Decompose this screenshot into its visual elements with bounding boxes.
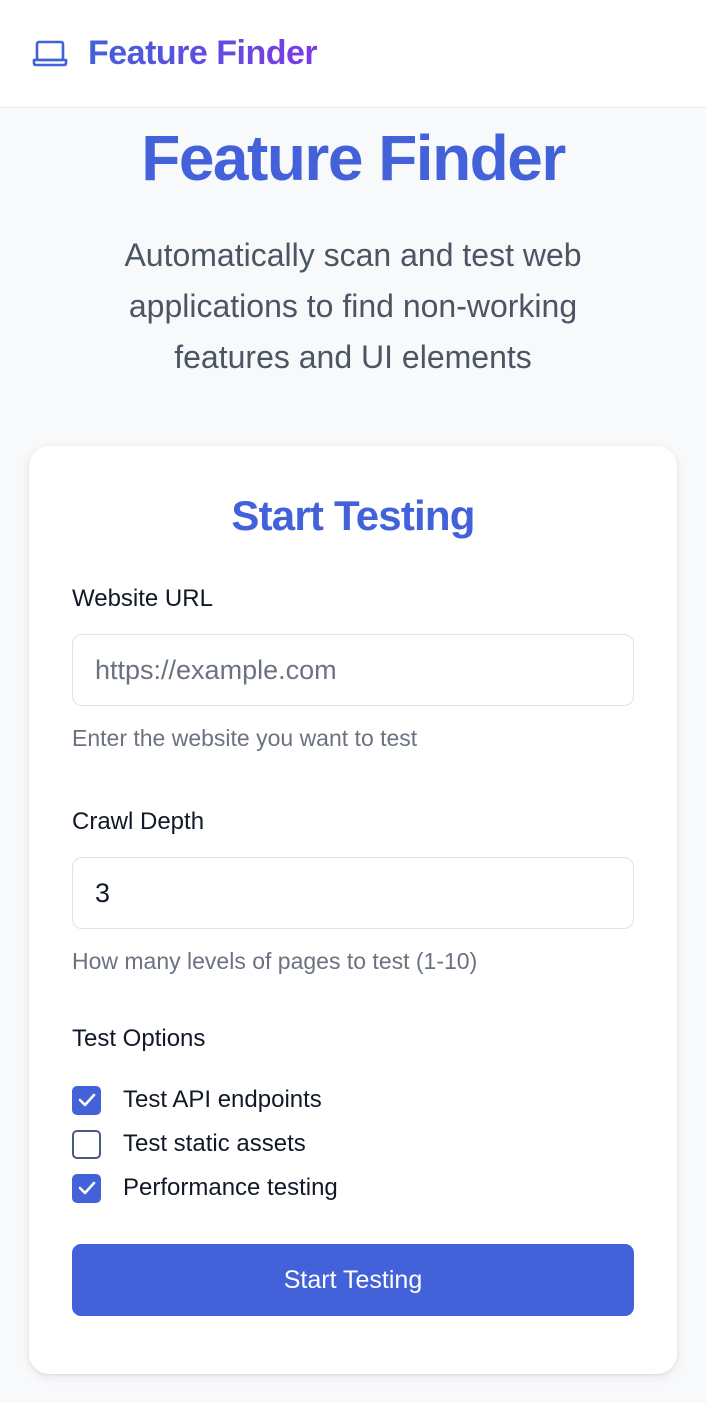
option-label: Test API endpoints	[123, 1086, 322, 1113]
options-list: Test API endpoints Test static assets Pe…	[72, 1078, 634, 1210]
option-test-api-endpoints[interactable]: Test API endpoints	[72, 1078, 634, 1122]
card-title: Start Testing	[231, 492, 475, 539]
option-performance-testing[interactable]: Performance testing	[72, 1166, 634, 1210]
navbar: Feature Finder	[0, 0, 706, 108]
start-testing-button[interactable]: Start Testing	[72, 1244, 634, 1316]
option-label: Performance testing	[123, 1174, 338, 1201]
url-input[interactable]	[72, 634, 634, 706]
checkbox-test-static-assets[interactable]	[72, 1129, 101, 1159]
checkmark-icon	[78, 1093, 95, 1107]
checkbox-performance-testing[interactable]	[72, 1173, 101, 1203]
brand-title[interactable]: Feature Finder	[88, 34, 318, 73]
page-subtitle: Automatically scan and test web applicat…	[124, 237, 582, 375]
url-label: Website URL	[72, 585, 213, 612]
crawl-depth-input[interactable]	[72, 857, 634, 929]
url-help-text: Enter the website you want to test	[72, 725, 418, 751]
option-label: Test static assets	[123, 1130, 306, 1157]
depth-field-group: Crawl Depth How many levels of pages to …	[72, 807, 634, 976]
depth-label: Crawl Depth	[72, 808, 205, 835]
checkbox-test-api-endpoints[interactable]	[72, 1085, 101, 1115]
depth-help-text: How many levels of pages to test (1-10)	[72, 948, 478, 974]
hero: Feature Finder Automatically scan and te…	[0, 108, 706, 383]
test-options-label: Test Options	[72, 1025, 206, 1052]
checkmark-icon	[78, 1181, 95, 1195]
start-testing-card: Start Testing Website URL Enter the webs…	[29, 446, 677, 1374]
url-field-group: Website URL Enter the website you want t…	[72, 584, 634, 753]
option-test-static-assets[interactable]: Test static assets	[72, 1122, 634, 1166]
page-title: Feature Finder	[141, 122, 566, 194]
laptop-icon[interactable]	[32, 36, 68, 72]
test-options-group: Test Options Test API endpoints Test sta…	[72, 1024, 634, 1210]
